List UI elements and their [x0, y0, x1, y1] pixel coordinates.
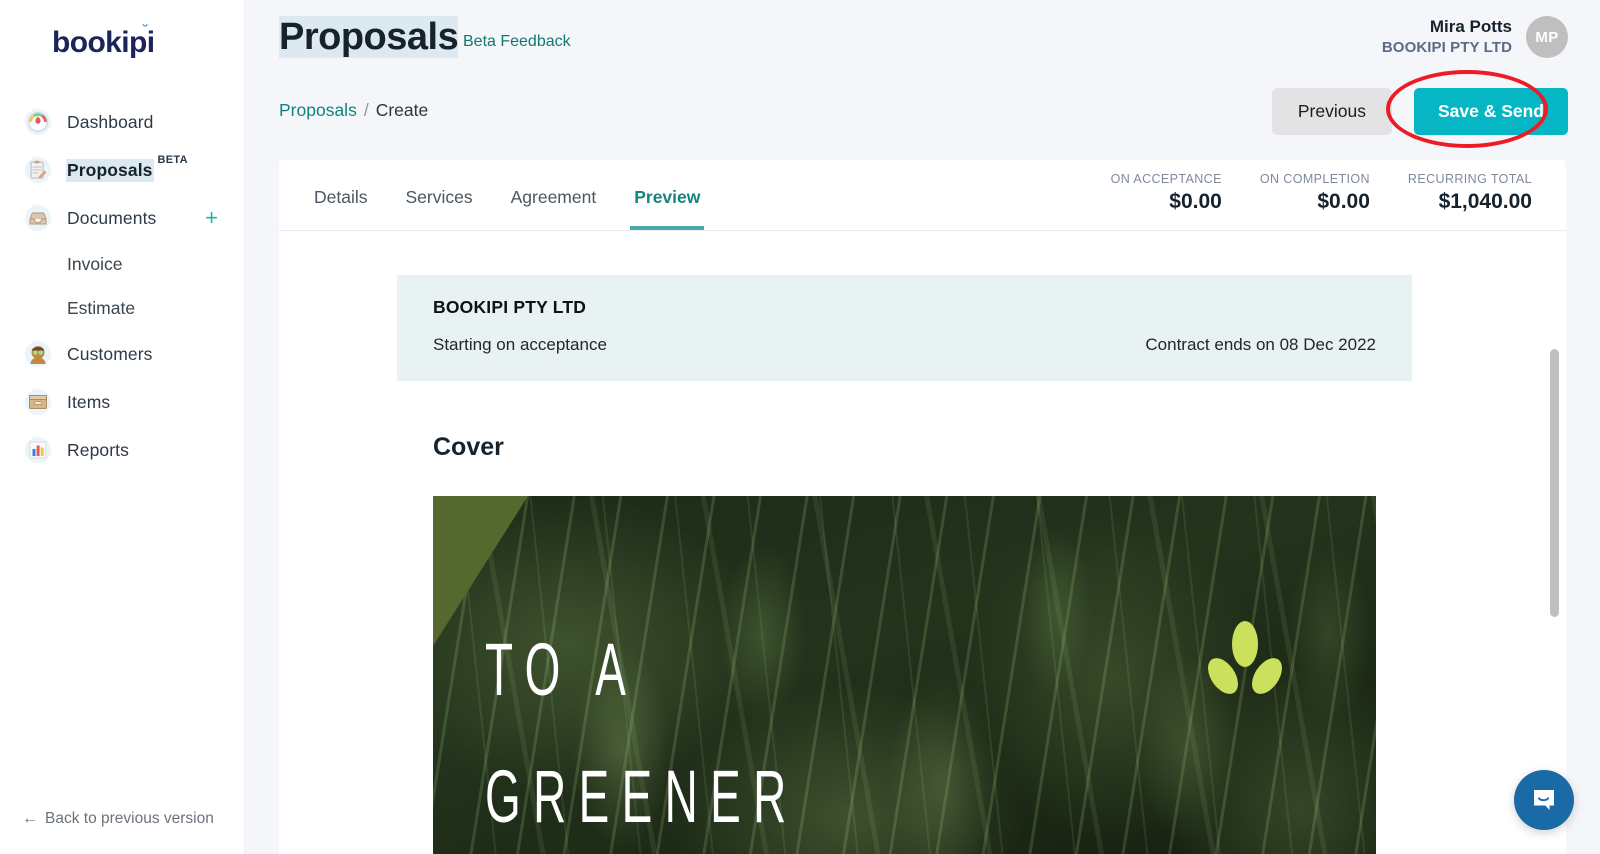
tab-list: Details Services Agreement Preview — [279, 160, 738, 230]
total-value: $0.00 — [1169, 190, 1222, 213]
cover-headline-line2: GREENER — [485, 755, 799, 839]
document-end-date: Contract ends on 08 Dec 2022 — [1145, 335, 1376, 354]
sidebar: bookipi ˘ Dashboard Proposals BETA Docum… — [0, 0, 245, 854]
totals-summary: ON ACCEPTANCE $0.00 ON COMPLETION $0.00 … — [1111, 172, 1532, 214]
sidebar-item-proposals[interactable]: Proposals BETA — [0, 146, 244, 194]
action-buttons: Previous Save & Send — [1271, 70, 1568, 148]
main-content: Proposals Beta Feedback Mira Potts BOOKI… — [245, 0, 1600, 854]
proposal-editor-card: Details Services Agreement Preview ON AC… — [279, 160, 1566, 854]
sidebar-item-invoice[interactable]: Invoice — [0, 242, 244, 286]
sidebar-item-dashboard[interactable]: Dashboard — [0, 98, 244, 146]
chat-bubble-icon — [1534, 790, 1554, 810]
sidebar-nav: Dashboard Proposals BETA Documents + Inv… — [0, 98, 244, 474]
sidebar-item-label: Documents — [67, 207, 157, 228]
back-link-label: Back to previous version — [45, 810, 214, 827]
save-and-send-button[interactable]: Save & Send — [1413, 88, 1568, 135]
arrow-left-icon: ← — [22, 810, 38, 827]
total-label: RECURRING TOTAL — [1407, 172, 1532, 186]
clipboard-pen-icon — [25, 157, 51, 183]
breadcrumb: Proposals / Create — [279, 100, 428, 121]
document-start-date: Starting on acceptance — [433, 335, 607, 354]
sidebar-item-estimate[interactable]: Estimate — [0, 286, 244, 330]
breadcrumb-separator: / — [363, 100, 369, 120]
proposal-document: BOOKIPI PTY LTD Starting on acceptance C… — [397, 275, 1412, 854]
total-label: ON ACCEPTANCE — [1110, 172, 1222, 186]
proposal-preview-area: BOOKIPI PTY LTD Starting on acceptance C… — [279, 231, 1566, 854]
total-on-completion: ON COMPLETION $0.00 — [1260, 172, 1370, 214]
user-name: Mira Potts — [1429, 17, 1512, 36]
document-section-heading: Cover — [433, 433, 507, 463]
sidebar-item-label: Items — [67, 391, 111, 412]
total-value: $0.00 — [1317, 190, 1370, 213]
sidebar-item-label: Customers — [67, 343, 153, 364]
total-on-acceptance: ON ACCEPTANCE $0.00 — [1111, 172, 1222, 214]
chat-support-button[interactable] — [1514, 770, 1574, 830]
sidebar-item-label: Proposals — [67, 159, 153, 181]
sidebar-item-reports[interactable]: Reports — [0, 426, 244, 474]
total-value: $1,040.00 — [1438, 190, 1532, 213]
user-meta: Mira Potts BOOKIPI PTY LTD — [1382, 16, 1512, 58]
tab-preview[interactable]: Preview — [630, 187, 705, 230]
top-bar: Proposals Beta Feedback Mira Potts BOOKI… — [245, 0, 1600, 88]
tab-services[interactable]: Services — [406, 187, 473, 230]
previous-button[interactable]: Previous — [1271, 88, 1392, 135]
beta-badge: BETA — [157, 154, 188, 166]
sprout-leaf-icon — [1208, 621, 1282, 694]
breadcrumb-current: Create — [375, 100, 429, 120]
dashboard-gauge-icon — [25, 109, 51, 135]
cover-headline-line1: TO A — [485, 628, 639, 711]
heading-text: Cover — [433, 433, 504, 461]
user-account-block[interactable]: Mira Potts BOOKIPI PTY LTD MP — [1382, 16, 1568, 59]
total-recurring: RECURRING TOTAL $1,040.00 — [1408, 172, 1532, 214]
breadcrumb-row: Proposals / Create Previous Save & Send — [245, 70, 1600, 148]
page-title: Proposals — [279, 16, 459, 59]
back-to-previous-version-link[interactable]: ← Back to previous version — [22, 810, 214, 828]
document-banner: BOOKIPI PTY LTD Starting on acceptance C… — [397, 275, 1412, 381]
sidebar-item-label: Dashboard — [67, 111, 154, 132]
sidebar-item-documents[interactable]: Documents + — [0, 194, 244, 242]
add-document-button[interactable]: + — [205, 207, 218, 229]
preview-scrollbar-thumb[interactable] — [1550, 349, 1559, 617]
cover-image: TO A GREENER — [433, 496, 1376, 854]
avatar[interactable]: MP — [1526, 16, 1568, 59]
inbox-tray-icon — [25, 205, 51, 231]
beta-feedback-link[interactable]: Beta Feedback — [463, 33, 571, 51]
page-title-text: Proposals — [279, 16, 459, 58]
tab-details[interactable]: Details — [314, 187, 368, 230]
brand-name: bookipi — [52, 26, 155, 59]
app-root: bookipi ˘ Dashboard Proposals BETA Docum… — [0, 0, 1600, 854]
person-icon — [25, 341, 51, 367]
brand-logo[interactable]: bookipi ˘ — [0, 0, 244, 60]
tab-bar: Details Services Agreement Preview ON AC… — [279, 160, 1566, 231]
cover-headline: TO A GREENER — [485, 606, 799, 854]
breadcrumb-proposals-link[interactable]: Proposals — [279, 100, 357, 120]
sidebar-item-customers[interactable]: Customers — [0, 330, 244, 378]
document-body: Cover TO A GREENER — [397, 381, 1412, 854]
tab-agreement[interactable]: Agreement — [511, 187, 597, 230]
bar-chart-icon — [25, 437, 51, 463]
package-box-icon — [25, 389, 51, 415]
user-company: BOOKIPI PTY LTD — [1381, 39, 1512, 57]
brand-breve-accent: ˘ — [143, 22, 148, 39]
sidebar-item-label: Reports — [67, 439, 129, 460]
document-company-name: BOOKIPI PTY LTD — [433, 297, 587, 317]
total-label: ON COMPLETION — [1259, 172, 1370, 186]
document-dates-row: Starting on acceptance Contract ends on … — [433, 335, 1376, 355]
sidebar-item-label: Invoice — [67, 253, 123, 274]
sidebar-item-items[interactable]: Items — [0, 378, 244, 426]
sidebar-item-label: Estimate — [67, 297, 136, 318]
